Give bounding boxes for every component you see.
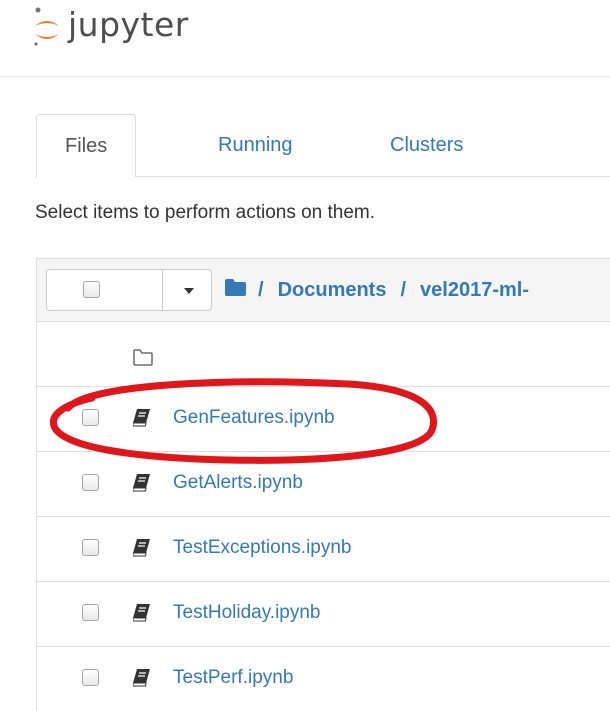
breadcrumb-separator: / <box>258 278 264 301</box>
notebook-icon <box>133 474 150 492</box>
header: jupyter <box>0 0 610 77</box>
row-checkbox[interactable] <box>82 474 99 491</box>
select-dropdown-button[interactable] <box>162 270 211 310</box>
row-checkbox[interactable] <box>82 539 99 556</box>
tab-files[interactable]: Files <box>36 114 137 178</box>
file-link[interactable]: GenFeatures.ipynb <box>173 407 335 429</box>
breadcrumb-separator: / <box>400 278 407 301</box>
jupyter-logo-icon <box>34 7 59 46</box>
table-row[interactable]: TestExceptions.ipynb <box>37 517 610 582</box>
parent-folder-row[interactable] <box>37 322 610 387</box>
file-list-header: / Documents / vel2017-ml- <box>37 259 610 322</box>
selection-hint: Select items to perform actions on them. <box>35 202 376 223</box>
tab-bar: Files Running Clusters <box>36 114 610 178</box>
file-link[interactable]: TestPerf.ipynb <box>173 667 293 689</box>
tab-clusters[interactable]: Clusters <box>362 114 491 176</box>
folder-outline-icon[interactable] <box>133 348 153 366</box>
row-checkbox[interactable] <box>82 409 99 426</box>
jupyter-logo[interactable]: jupyter <box>32 4 189 50</box>
notebook-icon <box>133 539 150 557</box>
table-row[interactable]: GenFeatures.ipynb <box>37 387 610 452</box>
file-link[interactable]: TestHoliday.ipynb <box>173 602 321 624</box>
file-link[interactable]: TestExceptions.ipynb <box>173 537 352 559</box>
notebook-icon <box>133 669 150 687</box>
notebook-icon <box>133 409 150 427</box>
notebook-icon <box>133 604 150 622</box>
row-checkbox[interactable] <box>82 604 99 621</box>
select-all-group <box>46 269 212 311</box>
table-row[interactable]: TestHoliday.ipynb <box>37 582 610 647</box>
table-row[interactable]: TestPerf.ipynb <box>37 647 610 711</box>
jupyter-file-browser: jupyter Files Running Clusters Select it… <box>0 0 610 711</box>
row-checkbox[interactable] <box>82 669 99 686</box>
select-all-button[interactable] <box>47 270 163 310</box>
select-all-checkbox[interactable] <box>83 281 100 298</box>
caret-down-icon <box>184 288 194 294</box>
table-row[interactable]: GetAlerts.ipynb <box>37 452 610 517</box>
tab-running[interactable]: Running <box>190 114 321 176</box>
folder-icon[interactable] <box>225 278 246 296</box>
breadcrumb-current-folder[interactable]: vel2017-ml- <box>420 279 529 302</box>
breadcrumb: / Documents / vel2017-ml- <box>225 275 529 305</box>
file-link[interactable]: GetAlerts.ipynb <box>173 472 303 494</box>
logo-text: jupyter <box>68 4 189 44</box>
breadcrumb-documents[interactable]: Documents <box>278 279 387 302</box>
file-list: / Documents / vel2017-ml- GenFeatures.ip… <box>36 258 610 711</box>
